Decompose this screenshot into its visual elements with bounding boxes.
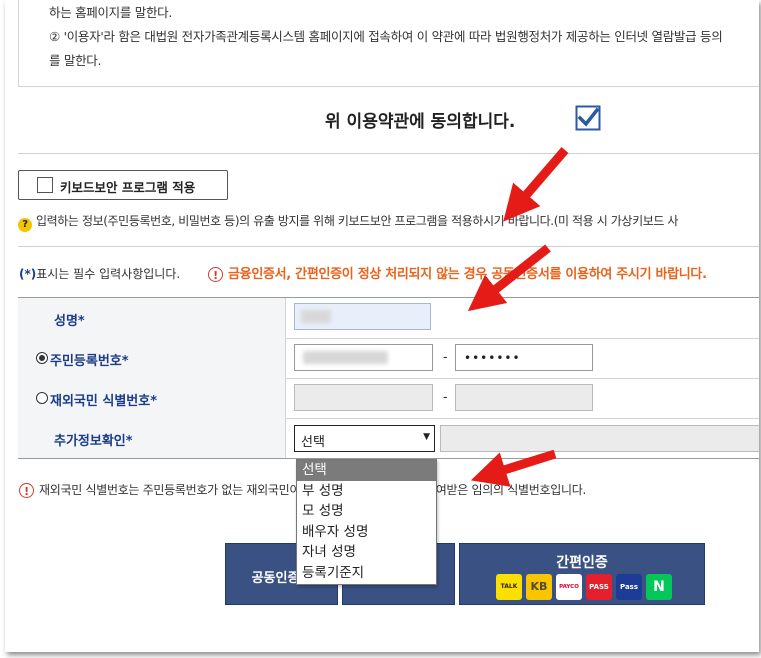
red-arrow-icon bbox=[470, 449, 557, 487]
red-arrow-icon bbox=[503, 147, 569, 222]
annotation-arrows bbox=[467, 147, 569, 487]
red-arrow-icon bbox=[467, 244, 551, 312]
